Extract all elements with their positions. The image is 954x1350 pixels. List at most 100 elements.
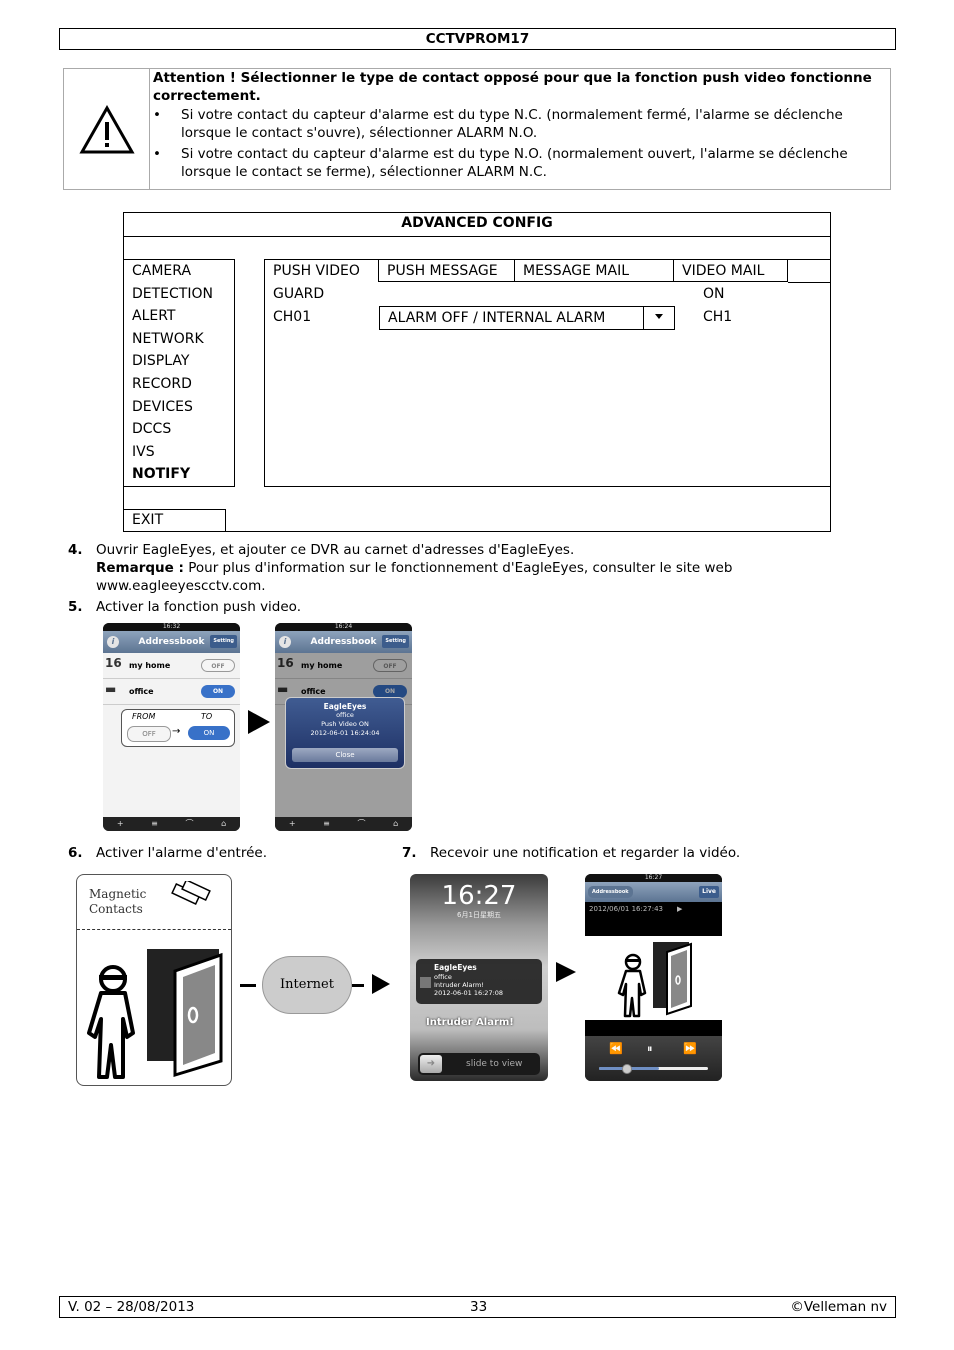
- notify-panel: PUSH VIDEO PUSH MESSAGE MESSAGE MAIL VID…: [264, 259, 831, 487]
- list-item[interactable]: ▬ office ON: [103, 679, 240, 705]
- document-title: CCTVPROM17: [425, 31, 530, 47]
- warning-list: Si votre contact du capteur d'alarme est…: [153, 107, 883, 181]
- menu-item-display[interactable]: DISPLAY: [124, 350, 234, 373]
- menu-item-notify[interactable]: NOTIFY: [124, 463, 234, 486]
- nav-bar: i Addressbook Setting: [103, 631, 240, 653]
- status-time: 16:24: [334, 623, 353, 630]
- close-button[interactable]: Close: [292, 748, 398, 762]
- pause-icon[interactable]: ⏸: [647, 1042, 653, 1056]
- alarm-type-value: ALARM OFF / INTERNAL ALARM: [388, 310, 606, 326]
- setting-button[interactable]: Setting: [210, 635, 237, 648]
- info-icon[interactable]: i: [107, 636, 119, 648]
- lock-date: 6月1日星期五: [457, 911, 501, 919]
- tab-bar: + ≡ ⌒ ⌂: [103, 817, 240, 831]
- push-toggle[interactable]: OFF: [201, 659, 235, 672]
- guard-label: GUARD: [273, 286, 325, 302]
- progress-track[interactable]: [599, 1064, 708, 1074]
- playback-controls: ⏪ ⏸ ⏩: [585, 1036, 722, 1081]
- slide-to-view-slider[interactable]: ➜ slide to view: [418, 1053, 540, 1075]
- step-text: Activer la fonction push video.: [96, 599, 301, 615]
- push-toggle[interactable]: ON: [201, 685, 235, 698]
- ch01-label: CH01: [273, 309, 312, 325]
- chart-icon[interactable]: ⌒: [357, 817, 365, 831]
- connector-line: [352, 984, 364, 987]
- add-icon[interactable]: +: [117, 817, 124, 831]
- ch01-value[interactable]: CH1: [703, 306, 732, 328]
- warning-text: Attention ! Sélectionner le type de cont…: [153, 70, 883, 185]
- dashed-divider: [77, 929, 231, 930]
- warning-triangle-icon: [79, 105, 135, 154]
- label-line: Magnetic: [89, 887, 147, 901]
- remark-label: Remarque :: [96, 560, 184, 576]
- live-button[interactable]: Live: [699, 886, 719, 898]
- step-number: 6.: [68, 845, 83, 861]
- status-time: 16:27: [644, 874, 663, 881]
- intruder-door-illustration: [87, 949, 223, 1079]
- menu-item-alert[interactable]: ALERT: [124, 305, 234, 328]
- sensor-icon: [171, 881, 211, 906]
- chevron-down-icon[interactable]: [643, 307, 674, 329]
- alert-line: 2012-06-01 16:24:04: [310, 729, 380, 737]
- status-bar: 16:24: [275, 623, 412, 631]
- magnetic-contacts-diagram: Magnetic Contacts: [76, 874, 232, 1086]
- menu-item-network[interactable]: NETWORK: [124, 328, 234, 351]
- chart-icon[interactable]: ⌒: [185, 817, 193, 831]
- setting-button[interactable]: Setting: [382, 635, 409, 648]
- menu-item-ivs[interactable]: IVS: [124, 441, 234, 464]
- toggle-on-example: ON: [188, 726, 230, 740]
- step-text: Activer l'alarme d'entrée.: [96, 845, 268, 861]
- settings-icon[interactable]: ⌂: [393, 817, 398, 831]
- camera-icon: ▬: [105, 682, 117, 696]
- rewind-icon[interactable]: ⏪: [609, 1042, 623, 1055]
- remark-text: Pour plus d'information sur le fonctionn…: [183, 560, 733, 576]
- list-item[interactable]: 16 my home OFF: [103, 653, 240, 679]
- tab-push-video[interactable]: PUSH VIDEO: [265, 260, 379, 282]
- menu-item-detection[interactable]: DETECTION: [124, 283, 234, 306]
- step-text: Ouvrir EagleEyes, et ajouter ce DVR au c…: [96, 542, 575, 558]
- guard-value[interactable]: ON: [703, 283, 725, 305]
- label-line: Contacts: [89, 902, 143, 916]
- app-icon: [420, 977, 431, 988]
- toggle-off-example: OFF: [127, 726, 171, 742]
- warning-icon-cell: [64, 69, 150, 189]
- next-arrow-icon: [556, 962, 576, 982]
- eagleeyes-url[interactable]: www.eagleeyescctv.com.: [96, 577, 266, 595]
- info-icon[interactable]: i: [279, 636, 291, 648]
- alarm-type-select[interactable]: ALARM OFF / INTERNAL ALARM: [379, 306, 675, 330]
- play-small-icon: ▶: [677, 905, 683, 913]
- menu-item-camera[interactable]: CAMERA: [124, 260, 234, 283]
- slider-arrow-icon[interactable]: ➜: [420, 1055, 442, 1073]
- to-label: TO: [201, 712, 213, 721]
- add-icon[interactable]: +: [289, 817, 296, 831]
- phone-screenshot-video-playback: 16:27 Addressbook Live 2012/06/01 16:27:…: [585, 874, 722, 1081]
- tab-message-mail[interactable]: MESSAGE MAIL: [515, 260, 674, 282]
- nav-bar: Addressbook Live: [585, 882, 722, 902]
- lock-clock: 16:27: [441, 881, 517, 911]
- slider-label: slide to view: [466, 1059, 523, 1069]
- connector-line: [240, 984, 256, 987]
- step-6: 6. Activer l'alarme d'entrée.: [68, 844, 388, 862]
- advanced-config-title: ADVANCED CONFIG: [124, 213, 830, 237]
- step-4: 4. Ouvrir EagleEyes, et ajouter ce DVR a…: [68, 541, 848, 597]
- settings-icon[interactable]: ⌂: [221, 817, 226, 831]
- next-arrow-icon: [248, 710, 270, 734]
- tab-video-mail[interactable]: VIDEO MAIL: [674, 260, 788, 282]
- step-remark: Remarque : Pour plus d'information sur l…: [96, 559, 732, 577]
- fast-forward-icon[interactable]: ⏩: [683, 1042, 697, 1055]
- from-label: FROM: [132, 712, 156, 721]
- list-icon[interactable]: ≡: [323, 817, 330, 831]
- notification-card[interactable]: EagleEyes office Intruder Alarm! 2012-06…: [416, 959, 542, 1004]
- exit-button[interactable]: EXIT: [124, 509, 226, 531]
- progress-knob[interactable]: [621, 1064, 632, 1074]
- step-number: 7.: [402, 845, 417, 861]
- menu-item-record[interactable]: RECORD: [124, 373, 234, 396]
- list-icon[interactable]: ≡: [151, 817, 158, 831]
- menu-item-dccs[interactable]: DCCS: [124, 418, 234, 441]
- menu-item-devices[interactable]: DEVICES: [124, 396, 234, 419]
- push-alert-dialog: EagleEyes office Push Video ON 2012-06-0…: [285, 697, 405, 769]
- config-menu: CAMERA DETECTION ALERT NETWORK DISPLAY R…: [124, 259, 235, 487]
- status-time: 16:32: [162, 623, 181, 630]
- back-button[interactable]: Addressbook: [588, 886, 633, 898]
- device-name: my home: [129, 661, 171, 670]
- tab-push-message[interactable]: PUSH MESSAGE: [379, 260, 515, 282]
